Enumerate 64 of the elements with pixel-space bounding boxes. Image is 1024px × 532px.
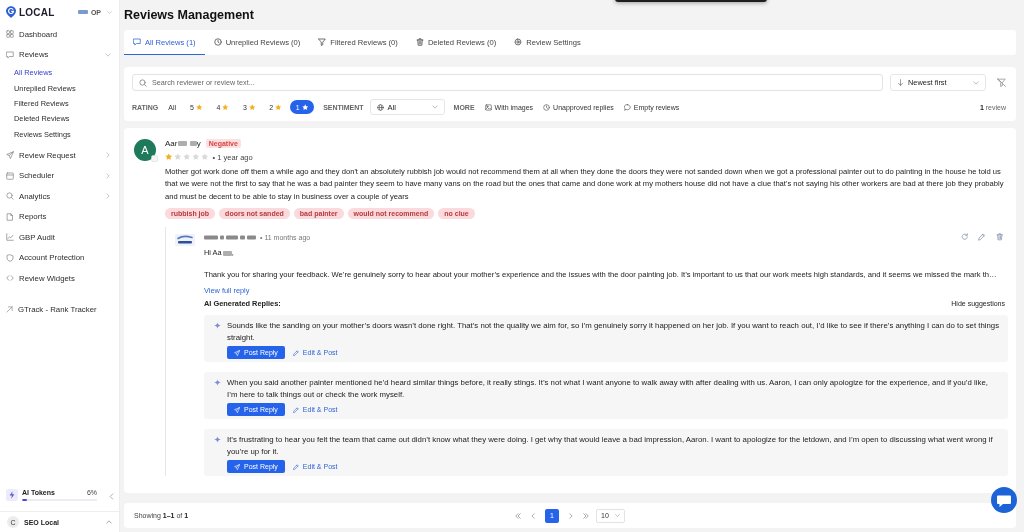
paper-plane-icon (234, 463, 240, 470)
trash-icon (415, 38, 424, 46)
sparkle-icon (214, 379, 221, 387)
calendar-icon (6, 171, 14, 180)
chevron-right-icon (105, 193, 111, 200)
line-chart-icon (6, 233, 14, 242)
sparkle-icon (214, 322, 221, 330)
source-badge-icon (151, 155, 158, 162)
filter-clear-icon[interactable] (997, 78, 1006, 87)
sparkle-icon (214, 436, 221, 444)
arrow-up-right-icon (6, 306, 13, 314)
first-page-icon[interactable] (515, 512, 521, 519)
blurred-name-drawing (204, 234, 256, 240)
reviewer-name: Aar y (165, 139, 201, 148)
lightning-icon (6, 489, 18, 501)
refresh-icon[interactable] (960, 233, 968, 241)
star-icon (301, 103, 309, 111)
paper-plane-icon (234, 406, 240, 413)
chevron-down-icon (615, 513, 620, 518)
arrow-down-icon (897, 79, 904, 86)
paper-plane-icon (6, 151, 14, 160)
clock-icon (543, 103, 551, 111)
paper-plane-icon (234, 349, 240, 356)
funnel-icon (318, 38, 327, 46)
page-title: Reviews Management (124, 7, 254, 24)
chevron-up-icon (106, 519, 112, 525)
account-logo-icon (77, 10, 88, 14)
clock-icon (213, 38, 222, 46)
chat-launcher-icon[interactable] (991, 487, 1017, 513)
search-icon (6, 192, 14, 201)
image-icon (484, 103, 492, 111)
grid-icon (6, 30, 14, 39)
star-icon (222, 103, 229, 111)
chevron-down-icon (107, 9, 112, 15)
brand-name: LOCAL (19, 6, 55, 18)
next-page-icon[interactable] (568, 512, 574, 519)
shield-icon (6, 253, 14, 262)
chat-bubble-icon (6, 50, 14, 59)
chevron-right-icon (105, 172, 111, 179)
reviewer-avatar: A (134, 139, 156, 161)
star-icon (248, 103, 256, 111)
pencil-icon (292, 406, 299, 413)
chevron-down-icon (431, 104, 438, 110)
chevron-down-icon (105, 51, 111, 58)
star-icon (196, 103, 203, 111)
search-icon (139, 78, 147, 87)
star-icon (275, 103, 282, 111)
pencil-icon (292, 349, 299, 356)
last-page-icon[interactable] (583, 512, 589, 519)
collapse-chevron-icon[interactable] (108, 493, 115, 500)
pencil-icon (292, 463, 299, 470)
gear-icon (514, 38, 523, 46)
chat-bubble-icon (623, 103, 631, 111)
chat-bubble-icon (133, 38, 141, 46)
globe-icon (376, 103, 384, 111)
chevron-down-icon (973, 79, 979, 86)
chevron-right-icon (105, 152, 111, 159)
pencil-icon[interactable] (978, 233, 986, 241)
code-brackets-icon (6, 274, 14, 283)
trash-icon[interactable] (995, 233, 1003, 241)
business-logo-icon (175, 234, 195, 247)
document-icon (6, 212, 14, 221)
pin-logo-icon (6, 6, 16, 18)
previous-page-icon[interactable] (530, 512, 536, 519)
